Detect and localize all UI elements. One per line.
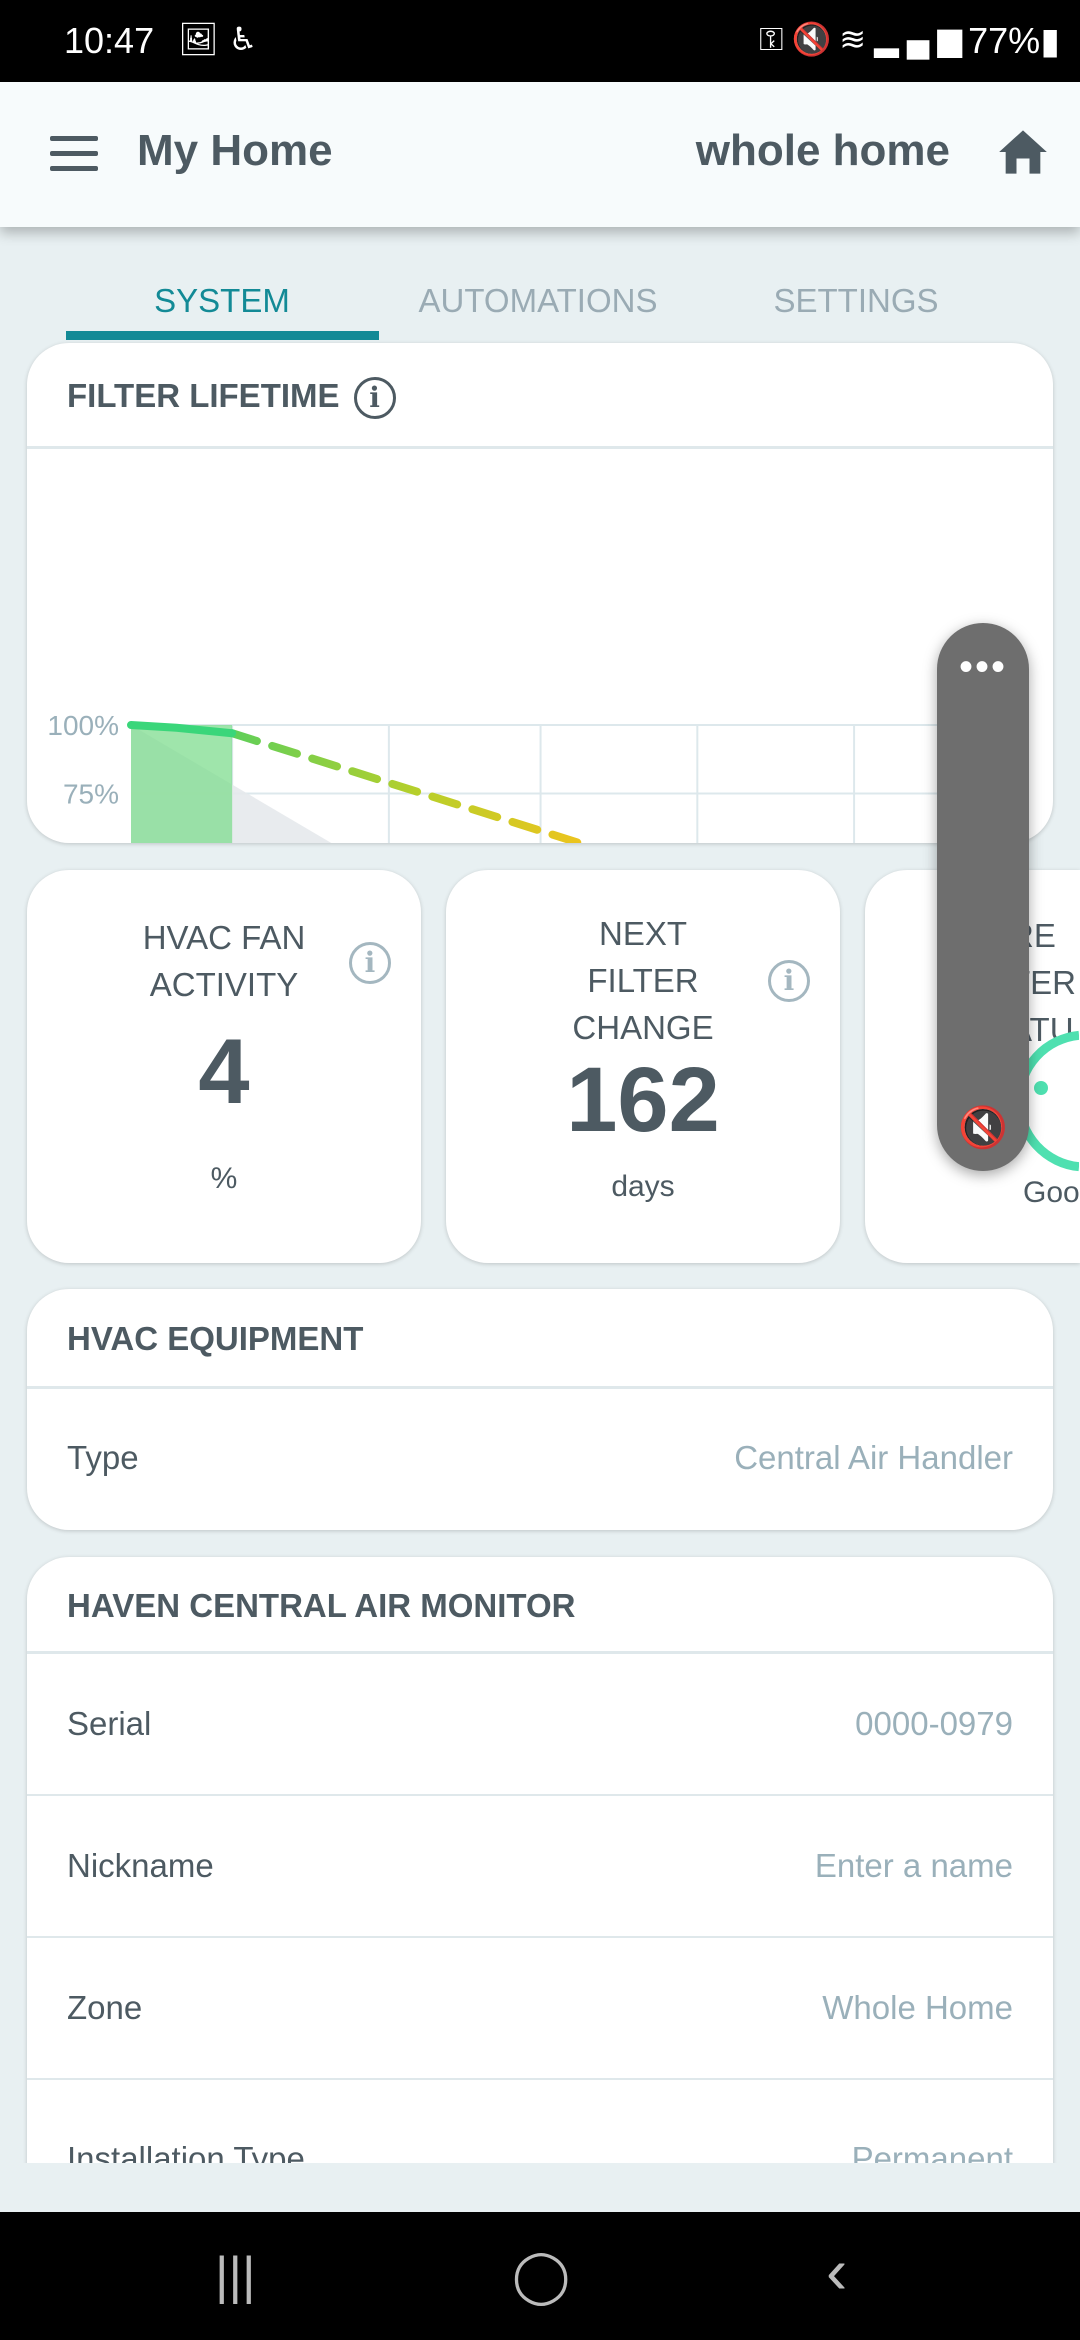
list-item-zone[interactable]: Zone Whole Home — [27, 1938, 1053, 2080]
tab-settings[interactable]: SETTINGS — [696, 282, 1016, 320]
more-dots-icon[interactable]: ••• — [937, 645, 1029, 690]
list-item-nickname[interactable]: Nickname Enter a name — [27, 1796, 1053, 1938]
monitor-card: HAVEN CENTRAL AIR MONITOR Serial 0000-097… — [27, 1557, 1053, 2257]
card-title: FILTER LIFETIME — [67, 377, 340, 414]
floating-panel[interactable]: ••• 🔇 — [937, 623, 1029, 1171]
stat-value: 162 — [566, 1049, 720, 1151]
info-icon[interactable]: i — [349, 942, 391, 984]
card-header: FILTER LIFETIME i — [27, 343, 1053, 449]
notification-icons: 🖼♿ — [178, 20, 267, 58]
status-text: Goo — [1023, 1176, 1080, 1209]
battery-level: 77%▮ — [968, 20, 1060, 61]
filter-lifetime-chart: 100%75%50%25%0%OctNovDecJanFeb — [47, 710, 1026, 843]
active-tab-indicator — [66, 331, 379, 340]
info-icon[interactable]: i — [768, 960, 810, 1002]
hvac-fan-activity-card[interactable]: HVAC FAN ACTIVITY i 4 % — [27, 870, 421, 1263]
accessibility-icon: ♿ — [228, 21, 268, 57]
tab-bar: SYSTEM AUTOMATIONS SETTINGS — [0, 270, 1080, 340]
info-icon[interactable]: i — [353, 377, 396, 420]
system-icons: ⚿🔇≋▂▄▆ — [759, 20, 970, 59]
home-button[interactable]: ◯ — [512, 2246, 570, 2306]
hvac-equipment-card: HVAC EQUIPMENT Type Central Air Handler — [27, 1289, 1053, 1530]
tab-automations[interactable]: AUTOMATIONS — [378, 282, 698, 320]
tab-system[interactable]: SYSTEM — [62, 282, 382, 320]
clock: 10:47 — [64, 20, 155, 61]
page-title: My Home — [137, 126, 333, 175]
mute-icon: 🔇 — [791, 21, 840, 57]
list-item-serial[interactable]: Serial 0000-0979 — [27, 1654, 1053, 1796]
navigation-bar: ||| ◯ ‹ — [0, 2212, 1080, 2340]
y-tick-label: 75% — [63, 779, 119, 810]
stat-unit: % — [210, 1162, 238, 1195]
card-title: HAVEN CENTRAL AIR MONITOR — [27, 1557, 1053, 1654]
stat-value: 4 — [198, 1021, 250, 1123]
app-header: My Home whole home — [0, 82, 1080, 227]
card-title: HVAC EQUIPMENT — [27, 1289, 1053, 1389]
content-bottom — [0, 2163, 1080, 2213]
next-filter-change-card[interactable]: NEXT FILTER CHANGE i 162 days — [446, 870, 840, 1263]
recents-button[interactable]: ||| — [215, 2246, 256, 2306]
zone-selector[interactable]: whole home — [696, 126, 950, 176]
list-item[interactable]: Type Central Air Handler — [27, 1389, 1053, 1527]
wifi-icon: ≋ — [839, 21, 875, 57]
volume-mute-icon[interactable]: 🔇 — [937, 1104, 1029, 1151]
usage-band — [131, 725, 233, 843]
projected-line — [228, 729, 593, 843]
home-icon[interactable] — [996, 126, 1050, 178]
signal-icon: ▂▄▆ — [874, 21, 970, 57]
image-icon: 🖼 — [178, 21, 229, 57]
hamburger-icon[interactable] — [50, 136, 98, 172]
stat-unit: days — [611, 1170, 675, 1203]
filter-lifetime-card: FILTER LIFETIMEi 100%75%50%25%0%OctNovDe… — [27, 343, 1053, 843]
y-tick-label: 100% — [47, 710, 119, 741]
status-bar: 10:47 🖼♿ ⚿🔇≋▂▄▆ 77%▮ — [0, 0, 1080, 82]
back-button[interactable]: ‹ — [826, 2234, 847, 2308]
vpn-key-icon: ⚿ — [759, 21, 792, 57]
